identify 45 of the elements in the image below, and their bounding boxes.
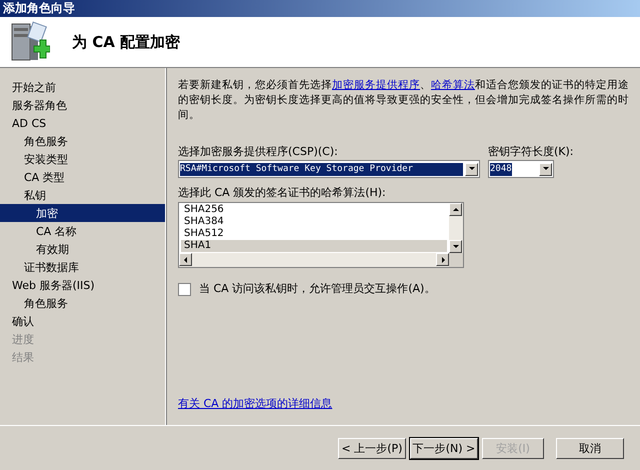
sidebar-item[interactable]: 角色服务 (0, 132, 165, 150)
window-title: 添加角色向导 (3, 0, 75, 17)
sidebar-item[interactable]: 私钥 (0, 186, 165, 204)
checkbox[interactable] (178, 282, 191, 296)
list-item[interactable]: SHA256 (181, 204, 447, 216)
wizard-button[interactable]: < 上一步(P) (338, 438, 406, 458)
sidebar-item[interactable]: CA 类型 (0, 168, 165, 186)
scroll-button[interactable] (449, 203, 462, 216)
sidebar-item[interactable]: AD CS (0, 114, 165, 132)
field-label: 密钥字符长度(K): (488, 145, 574, 159)
vertical-scrollbar[interactable] (449, 203, 463, 253)
field-label: 选择此 CA 颁发的签名证书的哈希算法(H): (178, 186, 387, 200)
sidebar-item[interactable]: 确认 (0, 312, 165, 330)
sidebar-item[interactable]: 开始之前 (0, 78, 165, 96)
page-title: 为 CA 配置加密 (72, 32, 180, 52)
checkbox-label: 当 CA 访问该私钥时，允许管理员交互操作(A)。 (199, 282, 436, 296)
list-item[interactable]: SHA1 (181, 240, 447, 252)
dropdown-field[interactable]: RSA#Microsoft Software Key Storage Provider (178, 160, 480, 178)
sidebar-item[interactable]: 角色服务 (0, 294, 165, 312)
sidebar-item[interactable]: 加密 (0, 204, 165, 222)
scrollbar-corner (449, 253, 463, 267)
text-link[interactable]: 哈希算法 (431, 79, 475, 91)
sidebar-item[interactable]: 有效期 (0, 240, 165, 258)
arrow-icon (182, 256, 190, 264)
sidebar-item[interactable]: Web 服务器(IIS) (0, 276, 165, 294)
arrow-icon (452, 206, 460, 214)
sidebar-item[interactable]: 安装类型 (0, 150, 165, 168)
caret-icon (542, 165, 550, 173)
description-text: 若要新建私钥，您必须首先选择加密服务提供程序、哈希算法和适合您颁发的证书的特定用途的密钥长度。为密钥长度选择更高的值将导致更强的安全性，但会增加完成签名操作所需的时间。 (178, 78, 630, 123)
help-link[interactable]: 有关 CA 的加密选项的详细信息 (178, 396, 332, 411)
sidebar-item[interactable]: 服务器角色 (0, 96, 165, 114)
caret-icon (468, 165, 476, 173)
sidebar-item[interactable]: CA 名称 (0, 222, 165, 240)
wizard-button[interactable]: 下一步(N) > (410, 438, 478, 458)
scroll-button[interactable] (436, 253, 449, 266)
scroll-button[interactable] (179, 253, 192, 266)
sidebar-item[interactable]: 证书数据库 (0, 258, 165, 276)
scroll-button[interactable] (449, 240, 462, 253)
text-link[interactable]: 加密服务提供程序 (332, 79, 420, 91)
horizontal-scrollbar[interactable] (179, 253, 449, 267)
list-item[interactable]: SHA512 (181, 228, 447, 240)
wizard-button[interactable]: 取消 (556, 438, 624, 458)
list-item[interactable]: SHA384 (181, 216, 447, 228)
dropdown-field[interactable]: 2048 (488, 160, 554, 178)
field-label: 选择加密服务提供程序(CSP)(C): (178, 145, 339, 159)
